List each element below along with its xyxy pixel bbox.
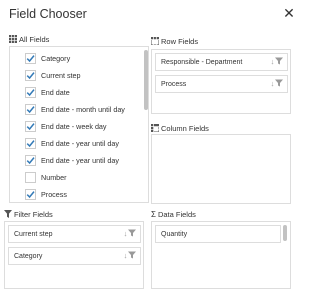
field-item[interactable]: Number [10, 169, 140, 186]
field-label: End date - year until day [41, 156, 119, 165]
checkmark-icon [26, 123, 35, 131]
field-checkbox[interactable] [25, 189, 36, 200]
field-actions: ↓ [123, 251, 136, 261]
field-chooser-dialog: Field Chooser ✕ All Fields Category Curre… [0, 0, 300, 300]
data-fields-list[interactable]: Quantity [151, 221, 291, 289]
row-fields-list[interactable]: Responsible - Department ↓ Process ↓ [151, 49, 291, 114]
filter-field-item[interactable]: Category ↓ [8, 247, 141, 265]
filter-icon[interactable] [275, 57, 283, 65]
field-checkbox[interactable] [25, 121, 36, 132]
data-fields-header: Σ Data Fields [151, 210, 196, 220]
field-checkbox[interactable] [25, 172, 36, 183]
field-item[interactable]: Category [10, 50, 140, 67]
checkmark-icon [26, 140, 35, 148]
row-field-item[interactable]: Process ↓ [155, 75, 288, 93]
field-label: End date - week day [41, 122, 107, 131]
field-label: End date - year until day [41, 139, 119, 148]
table-rows-icon [151, 37, 159, 45]
field-actions: ↓ [123, 229, 136, 239]
checkmark-icon [26, 191, 35, 199]
data-fields-scrollbar[interactable] [283, 225, 287, 241]
field-label: End date - month until day [41, 105, 125, 114]
column-fields-label: Column Fields [161, 124, 209, 133]
all-fields-scrollbar[interactable] [144, 50, 148, 110]
filter-icon[interactable] [128, 229, 136, 237]
checkmark-icon [26, 55, 35, 63]
all-fields-label: All Fields [19, 35, 50, 44]
field-label: Process [41, 190, 67, 199]
field-item[interactable]: Current step [10, 67, 140, 84]
funnel-icon [4, 210, 12, 218]
field-item[interactable]: Process [10, 186, 140, 202]
field-checkbox[interactable] [25, 155, 36, 166]
field-actions: ↓ [270, 57, 283, 67]
filter-fields-header: Filter Fields [4, 210, 53, 220]
field-label: Quantity [161, 231, 188, 238]
field-checkbox[interactable] [25, 104, 36, 115]
field-label: Category [41, 54, 71, 63]
field-label: End date [41, 88, 70, 97]
field-item[interactable]: End date - year until day [10, 135, 140, 152]
dialog-title: Field Chooser [9, 7, 87, 21]
field-checkbox[interactable] [25, 70, 36, 81]
close-button[interactable]: ✕ [282, 5, 296, 21]
filter-icon[interactable] [275, 79, 283, 87]
field-label: Current step [41, 71, 81, 80]
filter-icon[interactable] [128, 251, 136, 259]
table-icon [9, 35, 17, 43]
title-bar: Field Chooser ✕ [0, 0, 300, 28]
filter-fields-label: Filter Fields [14, 210, 53, 219]
field-actions: ↓ [270, 79, 283, 89]
field-item[interactable]: End date - week day [10, 118, 140, 135]
row-fields-header: Row Fields [151, 37, 198, 47]
field-label: Process [161, 81, 187, 88]
row-field-item[interactable]: Responsible - Department ↓ [155, 53, 288, 71]
field-item[interactable]: End date [10, 84, 140, 101]
field-label: Number [41, 173, 67, 182]
filter-field-item[interactable]: Current step ↓ [8, 225, 141, 243]
checkmark-icon [26, 89, 35, 97]
filter-fields-list[interactable]: Current step ↓ Category ↓ [4, 221, 144, 289]
checkmark-icon [26, 157, 35, 165]
all-fields-list[interactable]: Category Current step End date End date - m… [9, 46, 149, 203]
field-item[interactable]: End date - month until day [10, 101, 140, 118]
row-fields-label: Row Fields [161, 37, 199, 46]
column-fields-header: Column Fields [151, 124, 209, 134]
table-columns-icon [151, 124, 159, 132]
field-checkbox[interactable] [25, 138, 36, 149]
sigma-icon: Σ [151, 210, 156, 219]
column-fields-list[interactable] [151, 134, 291, 204]
checkmark-icon [26, 72, 35, 80]
data-field-item[interactable]: Quantity [155, 225, 281, 243]
field-label: Current step [14, 231, 53, 238]
checkmark-icon [26, 106, 35, 114]
field-checkbox[interactable] [25, 53, 36, 64]
field-checkbox[interactable] [25, 87, 36, 98]
field-label: Responsible - Department [161, 59, 243, 66]
data-fields-label: Data Fields [157, 210, 196, 219]
all-fields-header: All Fields [9, 35, 49, 45]
field-label: Category [14, 253, 43, 260]
field-item[interactable]: End date - year until day [10, 152, 140, 169]
